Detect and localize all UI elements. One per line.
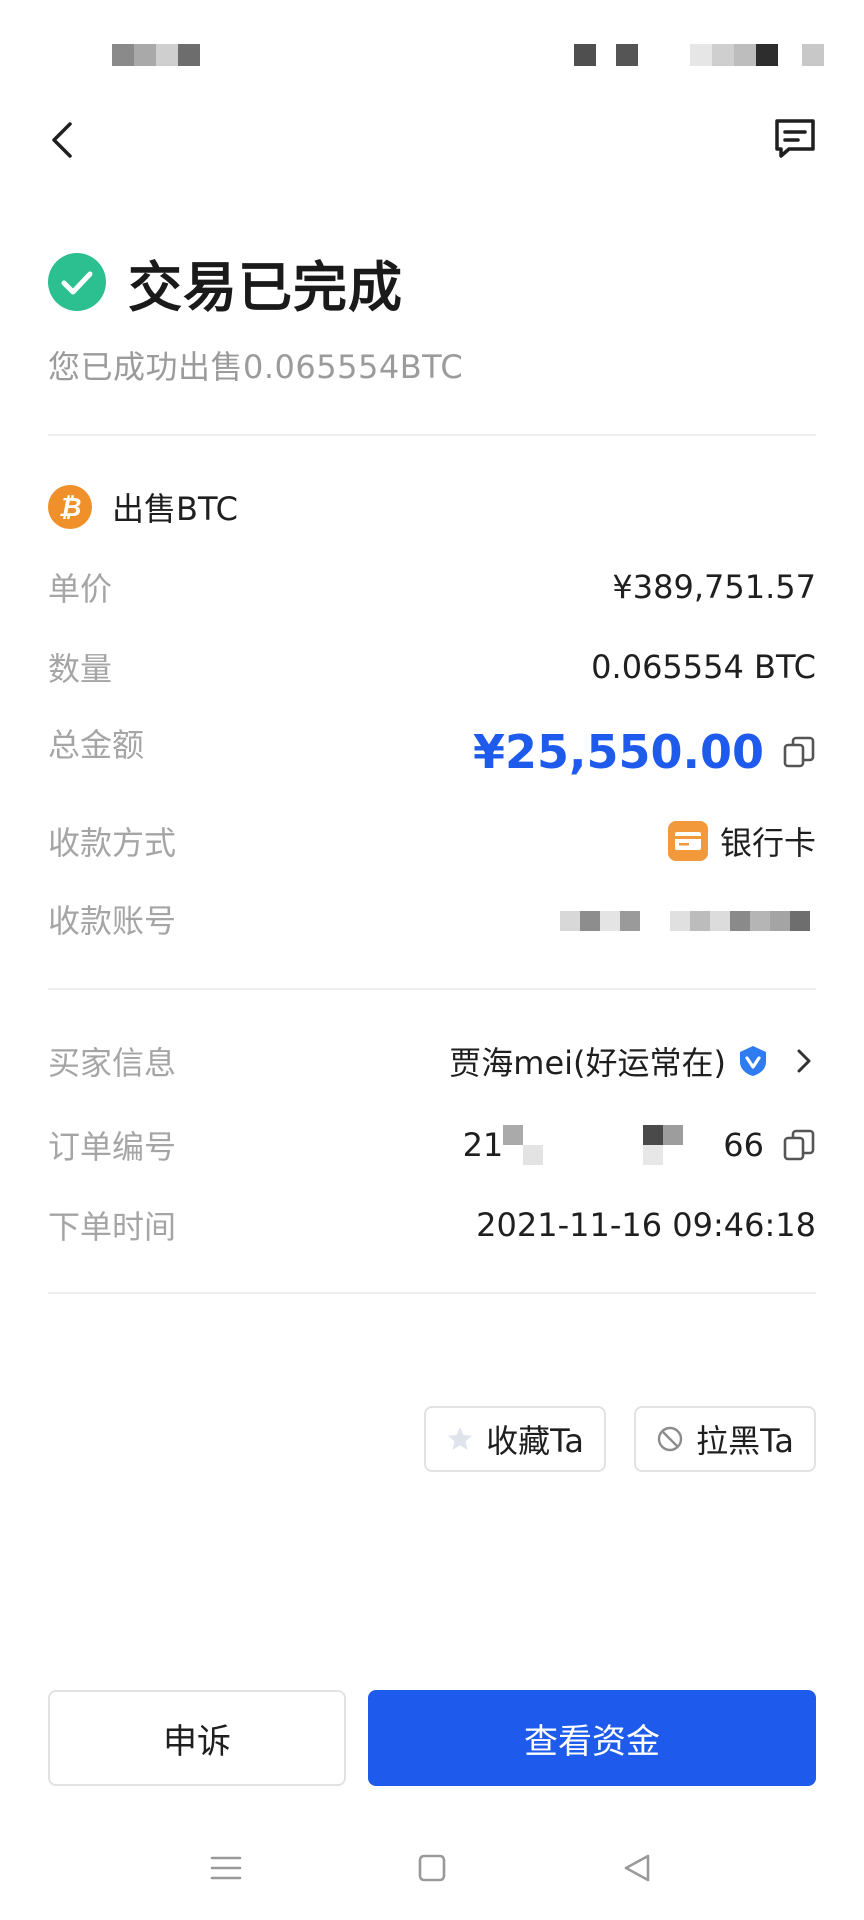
- bitcoin-icon: ₿: [48, 485, 92, 529]
- quantity-row: 数量 0.065554 BTC: [48, 644, 816, 690]
- trade-section-header: ₿ 出售BTC: [48, 484, 238, 530]
- unit-price-value: ¥389,751.57: [612, 568, 816, 606]
- unit-price-row: 单价 ¥389,751.57: [48, 564, 816, 610]
- mask-pixel: [770, 911, 790, 931]
- order-number-row: 订单编号 21 66: [48, 1122, 816, 1168]
- mask-pixel: [670, 911, 690, 931]
- star-icon: [448, 1427, 473, 1450]
- order-number-prefix: 21: [462, 1126, 504, 1164]
- mask-pixel: [643, 1125, 664, 1145]
- quantity-label: 数量: [48, 650, 113, 688]
- system-nav-bar: [0, 1840, 864, 1900]
- copy-icon[interactable]: [782, 735, 816, 769]
- status-bar: [0, 0, 864, 100]
- home-icon[interactable]: [412, 1848, 452, 1888]
- order-time-value: 2021-11-16 09:46:18: [476, 1206, 816, 1244]
- quantity-value: 0.065554 BTC: [591, 648, 816, 686]
- menu-icon[interactable]: [206, 1848, 246, 1888]
- total-label: 总金额: [48, 726, 145, 764]
- payment-method-group: 银行卡: [666, 818, 816, 864]
- mask-pixel: [710, 911, 730, 931]
- check-circle-icon: [48, 253, 106, 311]
- mask-pixel: [503, 1125, 524, 1145]
- mask-pixel: [750, 911, 770, 931]
- status-header: 交易已完成: [48, 246, 403, 319]
- status-pixel: [734, 44, 756, 66]
- block-button[interactable]: 拉黑Ta: [634, 1406, 816, 1472]
- account-value-masked: [556, 899, 816, 939]
- mask-pixel: [620, 911, 640, 931]
- mask-pixel: [643, 1145, 664, 1165]
- buyer-name: 贾海mei(好运常在): [449, 1044, 726, 1082]
- back-triangle-icon[interactable]: [618, 1848, 658, 1888]
- block-icon: [657, 1426, 683, 1452]
- top-bar: [0, 110, 864, 170]
- view-funds-button[interactable]: 查看资金: [368, 1690, 816, 1786]
- svg-text:₿: ₿: [59, 493, 82, 523]
- status-pixel: [616, 44, 638, 66]
- status-pixel: [574, 44, 596, 66]
- favorite-label: 收藏Ta: [486, 1422, 584, 1460]
- order-number-masked: [503, 1125, 723, 1165]
- buyer-info-label: 买家信息: [48, 1044, 177, 1082]
- total-row: 总金额 ¥25,550.00: [48, 720, 816, 784]
- status-pixel: [802, 44, 824, 66]
- status-pixel: [756, 44, 778, 66]
- mask-pixel: [600, 911, 620, 931]
- divider: [48, 1292, 816, 1294]
- order-time-label: 下单时间: [48, 1208, 177, 1246]
- copy-icon[interactable]: [782, 1128, 816, 1162]
- account-label: 收款账号: [48, 902, 177, 940]
- mask-pixel: [523, 1145, 544, 1165]
- payment-method-label: 收款方式: [48, 824, 177, 862]
- buyer-info-group: 贾海mei(好运常在): [449, 1038, 816, 1084]
- message-icon[interactable]: [772, 116, 818, 162]
- appeal-label: 申诉: [163, 1721, 231, 1762]
- mask-pixel: [790, 911, 810, 931]
- payment-method-value: 银行卡: [719, 824, 816, 862]
- chevron-left-icon[interactable]: [46, 118, 82, 162]
- bank-card-icon: [667, 821, 708, 861]
- status-pixel: [690, 44, 712, 66]
- total-value: ¥25,550.00: [472, 725, 764, 779]
- page-title: 交易已完成: [128, 255, 403, 319]
- mask-pixel: [730, 911, 750, 931]
- payment-method-row: 收款方式 银行卡: [48, 818, 816, 864]
- mask-pixel: [690, 911, 710, 931]
- appeal-button[interactable]: 申诉: [48, 1690, 346, 1786]
- divider: [48, 434, 816, 436]
- status-pixel: [178, 44, 200, 66]
- view-funds-label: 查看资金: [524, 1721, 660, 1762]
- status-pixel: [712, 44, 734, 66]
- status-pixel: [112, 44, 134, 66]
- unit-price-label: 单价: [48, 570, 113, 608]
- favorite-button[interactable]: 收藏Ta: [424, 1406, 606, 1472]
- account-row: 收款账号: [48, 896, 816, 942]
- verified-badge-icon: [740, 1046, 766, 1076]
- mask-pixel: [560, 911, 580, 931]
- mask-pixel: [580, 911, 600, 931]
- order-number-group: 21 66: [463, 1125, 816, 1165]
- section-title: 出售BTC: [112, 490, 238, 528]
- block-label: 拉黑Ta: [696, 1422, 794, 1460]
- page-subtitle: 您已成功出售0.065554BTC: [48, 348, 464, 386]
- divider: [48, 988, 816, 990]
- chevron-right-icon[interactable]: [792, 1045, 816, 1077]
- status-pixel: [134, 44, 156, 66]
- order-number-suffix: 66: [723, 1126, 764, 1164]
- mask-pixel: [663, 1125, 684, 1145]
- buyer-info-row[interactable]: 买家信息 贾海mei(好运常在): [48, 1038, 816, 1084]
- status-pixel: [156, 44, 178, 66]
- total-value-group: ¥25,550.00: [473, 725, 816, 779]
- order-time-row: 下单时间 2021-11-16 09:46:18: [48, 1202, 816, 1248]
- order-number-label: 订单编号: [48, 1128, 177, 1166]
